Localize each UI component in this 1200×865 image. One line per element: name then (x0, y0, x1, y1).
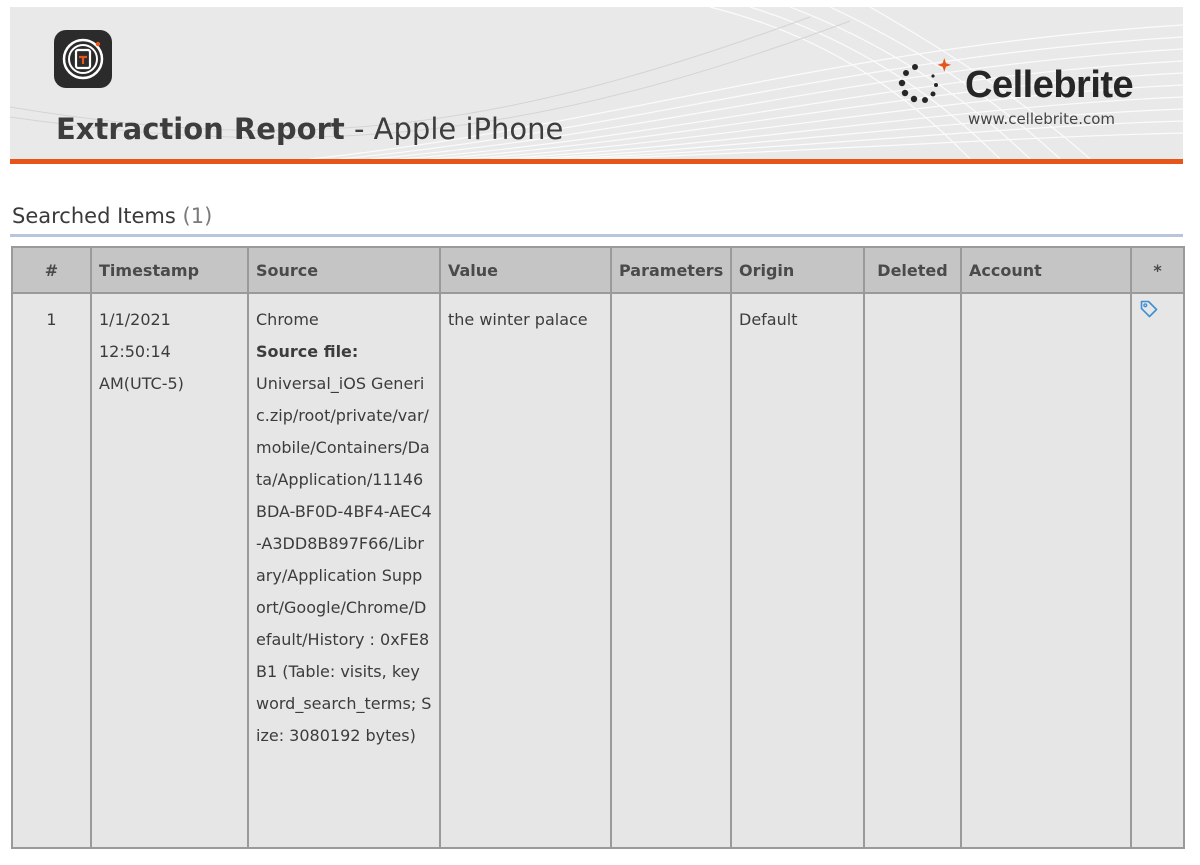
column-header-account[interactable]: Account (960, 246, 1132, 294)
column-header-parameters[interactable]: Parameters (610, 246, 732, 294)
cell-num: 1 (11, 292, 92, 849)
cellebrite-dots-icon (898, 58, 952, 103)
brand-name: Cellebrite (965, 64, 1134, 106)
column-header-star[interactable]: * (1130, 246, 1185, 294)
report-title-separator: - (344, 112, 374, 146)
column-header-deleted[interactable]: Deleted (863, 246, 962, 294)
header-accent-bar (10, 159, 1183, 164)
tag-icon[interactable] (1139, 298, 1159, 318)
app-logo (54, 30, 112, 88)
report-device-name: Apple iPhone (373, 112, 564, 146)
section-item-count: (1) (182, 204, 213, 228)
searched-items-table: # Timestamp Source Value Parameters Orig… (11, 246, 1185, 849)
report-title: Extraction Report - Apple iPhone (56, 111, 563, 147)
cell-account (960, 292, 1132, 849)
column-header-timestamp[interactable]: Timestamp (90, 246, 249, 294)
table-row: 1 1/1/2021 12:50:14 AM(UTC-5) Chrome Sou… (11, 292, 1185, 849)
cell-timestamp: 1/1/2021 12:50:14 AM(UTC-5) (90, 292, 249, 849)
cell-parameters (610, 292, 732, 849)
report-page: Extraction Report - Apple iPhone Cellebr… (10, 7, 1185, 856)
report-title-main: Extraction Report (56, 112, 345, 146)
table-header-row: # Timestamp Source Value Parameters Orig… (11, 246, 1185, 294)
source-app: Chrome (256, 310, 319, 329)
section-title: Searched Items (12, 204, 176, 228)
source-file-label: Source file: (256, 342, 359, 361)
column-header-source[interactable]: Source (247, 246, 441, 294)
column-header-value[interactable]: Value (439, 246, 612, 294)
source-file-path: Universal_iOS Generic.zip/root/private/v… (256, 374, 432, 745)
report-header: Extraction Report - Apple iPhone Cellebr… (10, 7, 1183, 159)
cell-source: Chrome Source file: Universal_iOS Generi… (247, 292, 441, 849)
cell-value: the winter palace (439, 292, 612, 849)
section-heading: Searched Items (1) (12, 202, 212, 230)
cell-origin: Default (730, 292, 865, 849)
cell-tag (1130, 292, 1185, 849)
brand-logo: Cellebrite www.cellebrite.com (895, 55, 1145, 135)
column-header-origin[interactable]: Origin (730, 246, 865, 294)
section-divider (10, 234, 1183, 237)
brand-url: www.cellebrite.com (968, 110, 1116, 128)
app-logo-icon (62, 38, 104, 80)
column-header-num[interactable]: # (11, 246, 92, 294)
cell-deleted (863, 292, 962, 849)
